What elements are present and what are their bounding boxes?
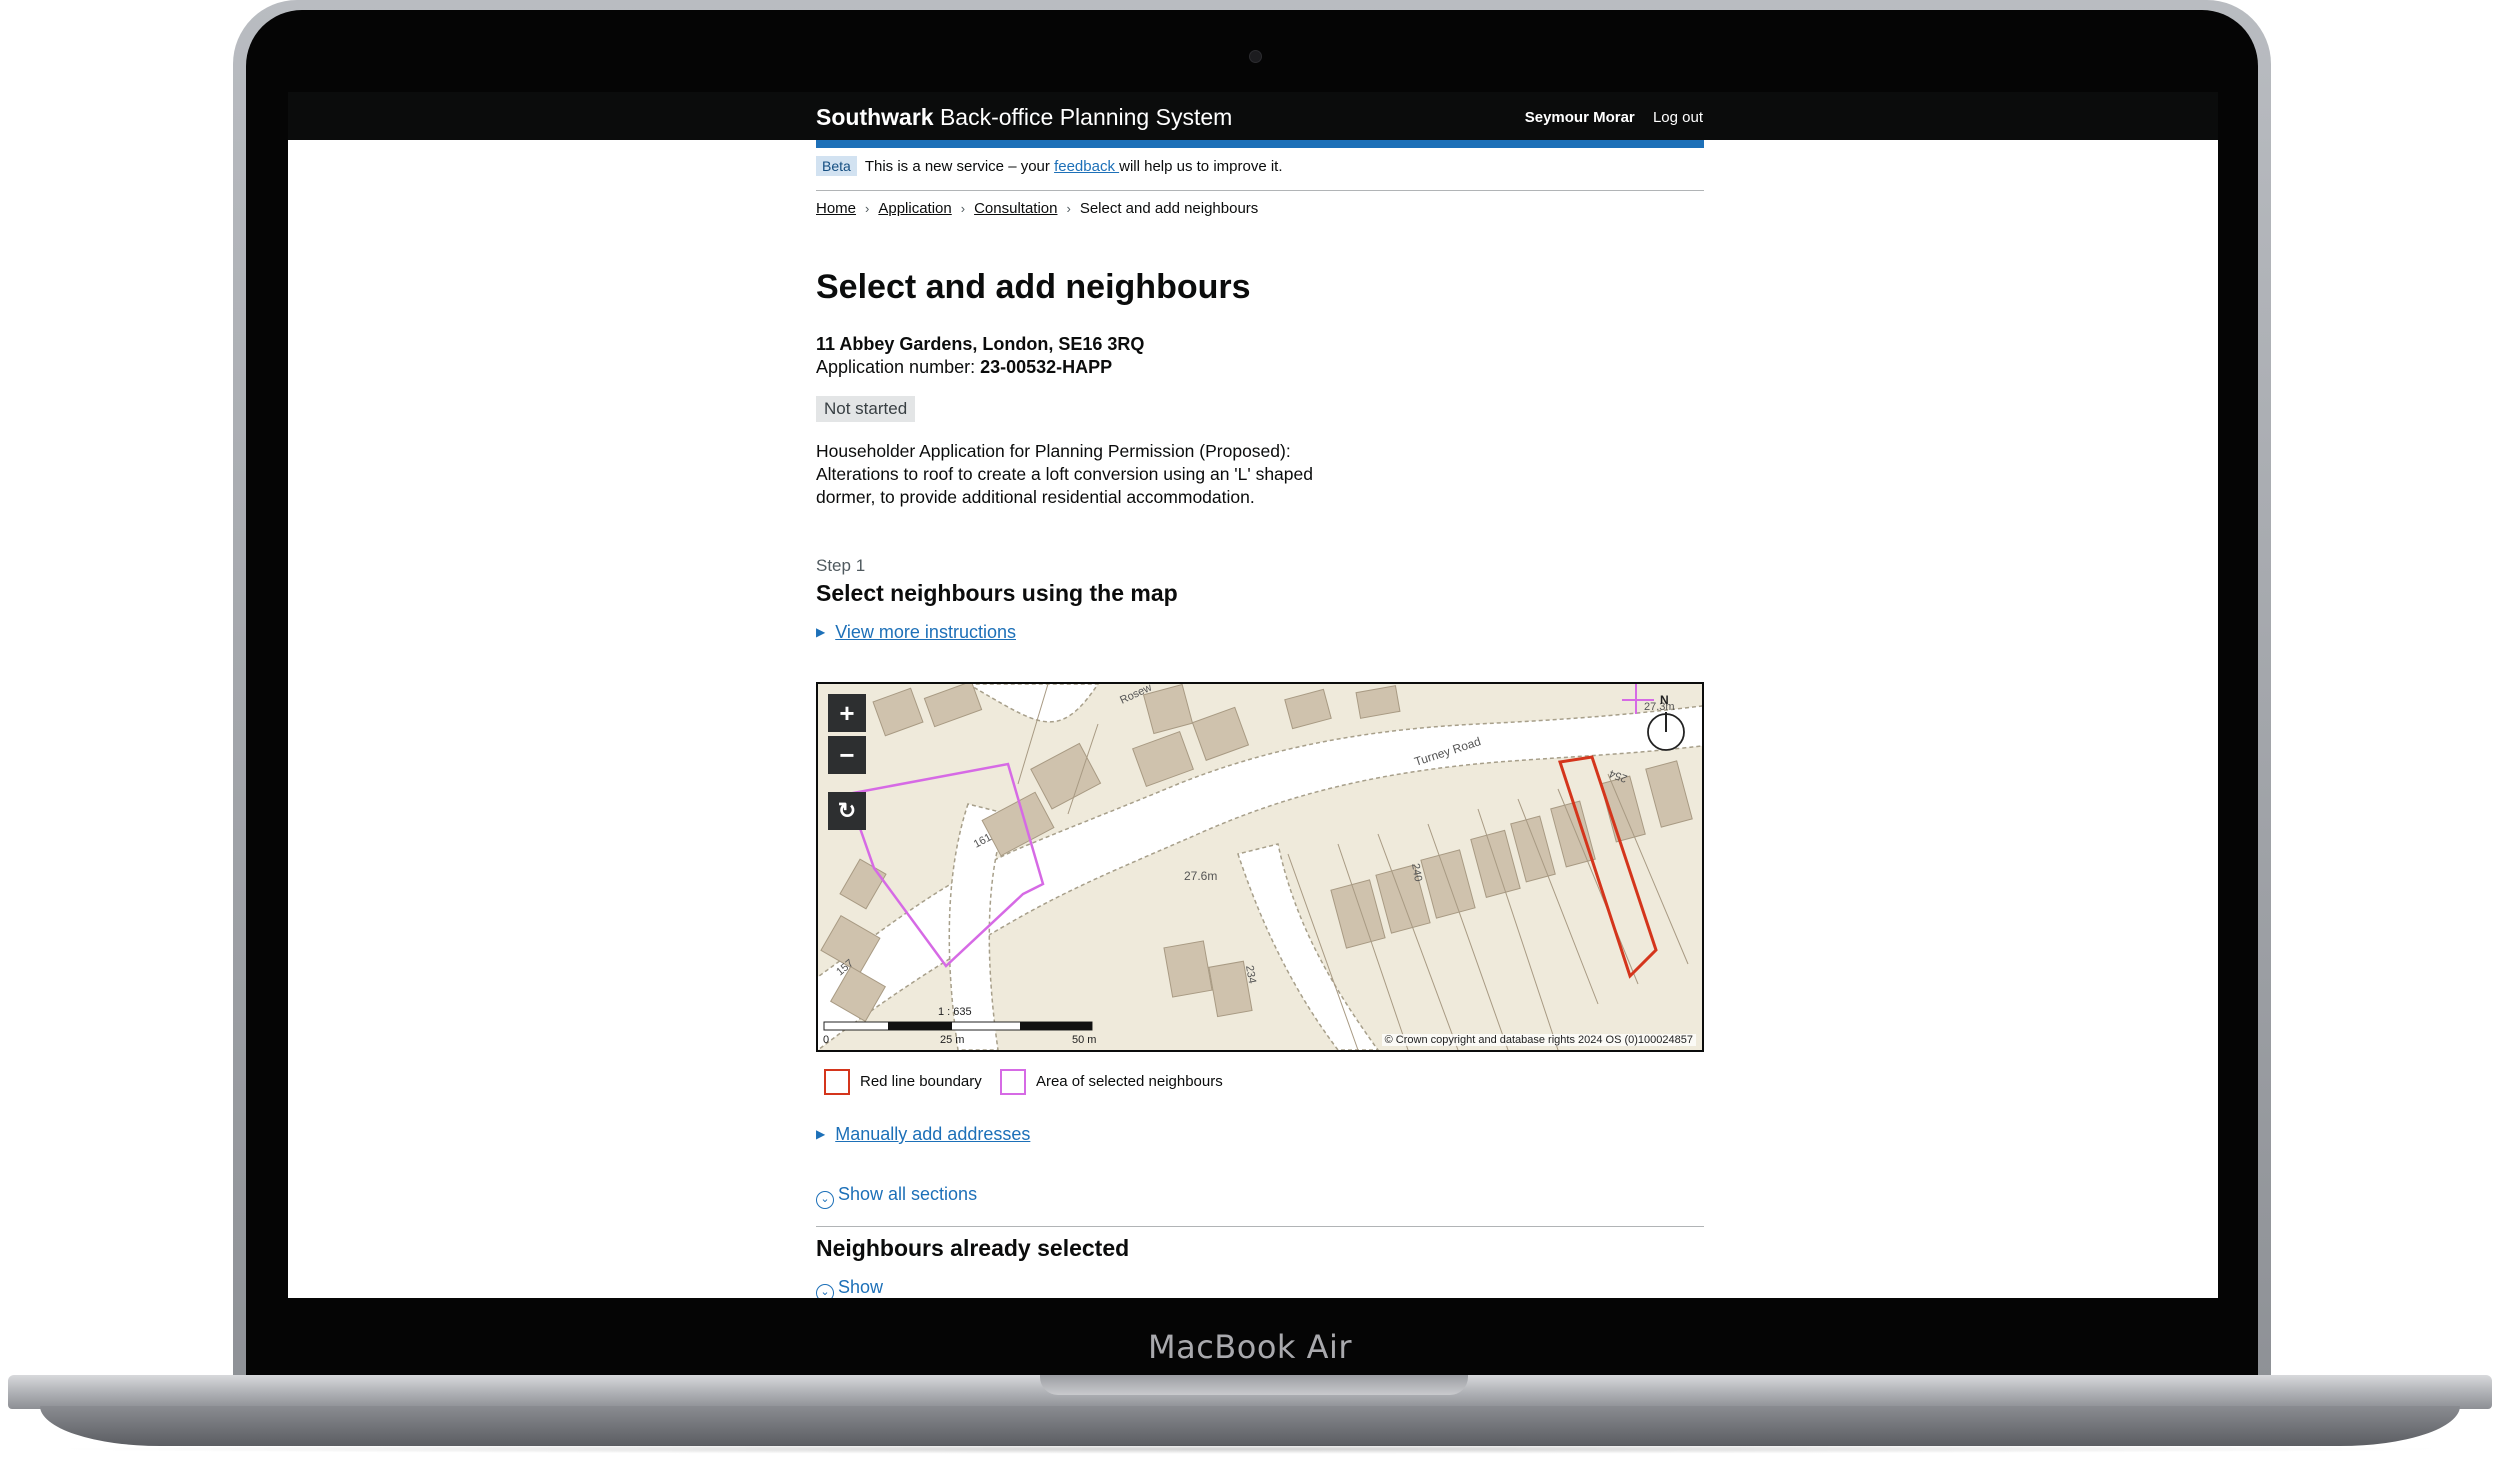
reset-map-button[interactable]: ↻: [828, 792, 866, 830]
breadcrumb-application[interactable]: Application: [878, 200, 951, 217]
user-nav: Seymour Morar Log out: [1525, 109, 1703, 126]
breadcrumb-consultation[interactable]: Consultation: [974, 200, 1057, 217]
laptop-base-bottom: [40, 1406, 2460, 1446]
breadcrumb-current: Select and add neighbours: [1079, 200, 1259, 217]
device-label: MacBook Air: [1147, 1328, 1353, 1366]
triangle-right-icon: ▶: [816, 1127, 826, 1141]
scale-label-0: 0: [823, 1034, 830, 1046]
scale-label-25: 25 m: [940, 1034, 965, 1046]
map-legend: Red line boundary Area of selected neigh…: [824, 1069, 1237, 1095]
north-label: N: [1660, 693, 1669, 707]
step-heading: Select neighbours using the map: [816, 580, 1178, 606]
show-all-sections-button[interactable]: ⌄ Show all sections: [816, 1184, 977, 1209]
application-description: Householder Application for Planning Per…: [816, 441, 1313, 507]
chevron-right-icon: ›: [1066, 201, 1071, 216]
scale-bar: [823, 1021, 1093, 1031]
divider: [816, 1226, 1704, 1227]
show-neighbours-button[interactable]: ⌄ Show: [816, 1277, 883, 1298]
neighbour-map[interactable]: Turney Road Rosew 27.6m 27.3m 161 157 24…: [816, 682, 1704, 1052]
map-copyright: © Crown copyright and database rights 20…: [1381, 1034, 1696, 1046]
legend-red-line: Red line boundary: [824, 1069, 982, 1095]
page-title: Select and add neighbours: [816, 268, 1251, 306]
chevron-down-circle-icon: ⌄: [816, 1284, 834, 1298]
scale-ratio: 1 : 635: [938, 1006, 972, 1018]
camera-icon: [1249, 50, 1262, 63]
height-label: 27.6m: [1184, 869, 1217, 883]
chevron-right-icon: ›: [865, 201, 870, 216]
status-badge: Not started: [816, 396, 916, 422]
neighbours-selected-heading: Neighbours already selected: [816, 1235, 1130, 1261]
user-name: Seymour Morar: [1524, 109, 1635, 126]
logout-link[interactable]: Log out: [1653, 109, 1703, 126]
red-boundary-swatch: [824, 1069, 850, 1095]
phase-banner: Beta This is a new service – your feedbac…: [816, 156, 1704, 191]
laptop-notch: [1040, 1375, 1468, 1395]
feedback-link[interactable]: feedback: [1054, 158, 1119, 175]
application-number: Application number: 23-00532-HAPP: [816, 357, 1113, 377]
chevron-down-circle-icon: ⌄: [816, 1191, 834, 1209]
triangle-right-icon: ▶: [816, 625, 826, 639]
zoom-out-button[interactable]: −: [828, 736, 866, 774]
chevron-right-icon: ›: [960, 201, 966, 216]
manually-add-addresses-toggle[interactable]: ▶ Manually add addresses: [816, 1124, 1030, 1145]
service-name[interactable]: Southwark Back-office Planning System: [816, 104, 1232, 131]
view-more-instructions-toggle[interactable]: ▶ View more instructions: [816, 622, 1016, 643]
beta-tag: Beta: [816, 156, 857, 176]
header-bar: Southwark Back-office Planning System Se…: [288, 92, 2218, 148]
laptop-shadow: [40, 1444, 2460, 1454]
breadcrumb: Home › Application › Consultation › Select and…: [816, 200, 1704, 217]
site-address: 11 Abbey Gardens, London, SE16 3RQ: [816, 334, 1145, 354]
step-caption: Step 1: [816, 556, 866, 575]
header-accent-stripe: [816, 140, 1704, 148]
map-canvas[interactable]: Turney Road Rosew 27.6m 27.3m 161 157 24…: [818, 684, 1702, 1050]
breadcrumb-home[interactable]: Home: [816, 200, 856, 217]
zoom-in-button[interactable]: +: [828, 694, 866, 732]
screen: Southwark Back-office Planning System Se…: [288, 92, 2218, 1298]
pink-area-swatch: [999, 1069, 1026, 1095]
legend-selected-area: Area of selected neighbours: [999, 1069, 1223, 1095]
scale-label-50: 50 m: [1072, 1034, 1097, 1046]
